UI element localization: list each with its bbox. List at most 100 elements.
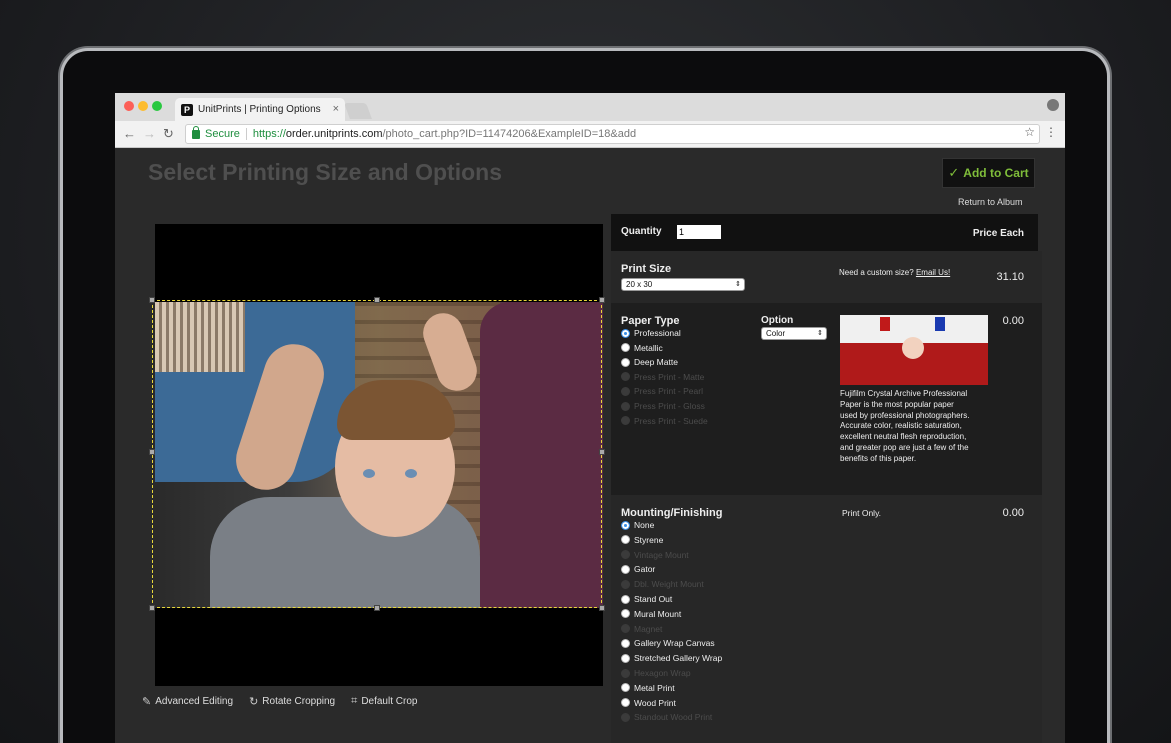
url-path: /photo_cart.php?ID=11474206&ExampleID=18… bbox=[382, 128, 637, 140]
radio-option[interactable]: Metallic bbox=[621, 343, 663, 353]
radio-option: Vintage Mount bbox=[621, 550, 689, 560]
tab-title: UnitPrints | Printing Options bbox=[198, 104, 321, 115]
crop-handle-right[interactable] bbox=[599, 449, 605, 455]
crop-handle-tl[interactable] bbox=[149, 297, 155, 303]
radio-icon[interactable] bbox=[621, 594, 630, 604]
radio-icon[interactable] bbox=[621, 564, 630, 574]
favicon-icon: P bbox=[181, 103, 193, 116]
advanced-editing-button[interactable]: ✎ Advanced Editing bbox=[142, 695, 233, 708]
magic-wand-icon: ✎ bbox=[142, 696, 152, 708]
mounting-note: Print Only. bbox=[842, 508, 882, 518]
browser-tab-active[interactable]: P UnitPrints | Printing Options × bbox=[175, 98, 345, 121]
radio-icon bbox=[621, 579, 630, 589]
profile-icon[interactable] bbox=[1047, 99, 1059, 111]
select-arrows-icon: ⇕ bbox=[817, 330, 823, 337]
paper-option-select[interactable]: Color ⇕ bbox=[761, 327, 827, 340]
option-title: Option bbox=[761, 315, 794, 326]
crop-handle-br[interactable] bbox=[599, 605, 605, 611]
crop-handle-top[interactable] bbox=[374, 297, 380, 303]
paper-option-selected: Color bbox=[766, 329, 786, 338]
radio-icon bbox=[621, 624, 630, 634]
radio-icon bbox=[621, 386, 630, 396]
print-size-price: 31.10 bbox=[996, 271, 1024, 283]
paper-price: 0.00 bbox=[1002, 315, 1024, 327]
browser-menu-icon[interactable]: ⋮ bbox=[1045, 125, 1057, 139]
radio-label: Press Print - Matte bbox=[634, 371, 705, 382]
url-bar[interactable]: Secure https:// order.unitprints.com /ph… bbox=[185, 124, 1040, 144]
back-icon[interactable]: ← bbox=[123, 126, 136, 141]
radio-icon[interactable] bbox=[621, 683, 630, 693]
radio-icon[interactable] bbox=[621, 343, 630, 353]
quantity-input[interactable] bbox=[677, 225, 721, 239]
quantity-label: Quantity bbox=[621, 226, 662, 237]
browser-toolbar: ← → ↻ Secure https:// order.unitprints.c… bbox=[115, 121, 1065, 148]
radio-icon bbox=[621, 372, 630, 382]
add-to-cart-button[interactable]: ✓ Add to Cart bbox=[942, 158, 1035, 188]
radio-selected-icon[interactable] bbox=[621, 520, 630, 530]
sample-decor-2 bbox=[935, 317, 945, 331]
radio-option[interactable]: Stretched Gallery Wrap bbox=[621, 653, 722, 663]
print-size-title: Print Size bbox=[621, 263, 672, 275]
new-tab-button[interactable] bbox=[344, 103, 372, 119]
print-size-selected: 20 x 30 bbox=[626, 280, 653, 289]
print-size-select[interactable]: 20 x 30 ⇕ bbox=[621, 278, 745, 291]
radio-option: Press Print - Gloss bbox=[621, 401, 705, 411]
radio-label: Mural Mount bbox=[634, 608, 682, 619]
radio-option[interactable]: Gator bbox=[621, 564, 655, 574]
radio-option[interactable]: Gallery Wrap Canvas bbox=[621, 638, 715, 648]
radio-label: Vintage Mount bbox=[634, 549, 689, 560]
radio-option[interactable]: None bbox=[621, 520, 654, 530]
crop-handle-bl[interactable] bbox=[149, 605, 155, 611]
radio-option[interactable]: Mural Mount bbox=[621, 609, 681, 619]
custom-size-text: Need a custom size? bbox=[839, 268, 914, 277]
radio-label: Press Print - Pearl bbox=[634, 386, 703, 397]
radio-option: Hexagon Wrap bbox=[621, 668, 691, 678]
window-minimize-button[interactable] bbox=[138, 101, 148, 111]
radio-icon[interactable] bbox=[621, 653, 630, 663]
radio-icon[interactable] bbox=[621, 535, 630, 545]
radio-icon[interactable] bbox=[621, 698, 630, 708]
sample-decor-1 bbox=[880, 317, 890, 331]
tool-label: Advanced Editing bbox=[155, 696, 234, 707]
tool-label: Rotate Cropping bbox=[262, 696, 336, 707]
window-zoom-button[interactable] bbox=[152, 101, 162, 111]
rotate-cropping-button[interactable]: ↻ Rotate Cropping bbox=[249, 695, 335, 708]
paper-description: Fujifilm Crystal Archive Professional Pa… bbox=[840, 389, 970, 463]
radio-option: Press Print - Suede bbox=[621, 416, 708, 426]
tab-close-icon[interactable]: × bbox=[333, 103, 339, 115]
default-crop-button[interactable]: ⌗ Default Crop bbox=[351, 695, 417, 708]
radio-label: Dbl. Weight Mount bbox=[634, 579, 704, 590]
crop-canvas[interactable] bbox=[149, 224, 605, 686]
radio-option[interactable]: Wood Print bbox=[621, 698, 676, 708]
radio-icon bbox=[621, 416, 630, 426]
window-close-button[interactable] bbox=[124, 101, 134, 111]
sample-child bbox=[902, 337, 924, 359]
radio-option[interactable]: Styrene bbox=[621, 535, 663, 545]
crop-selection-box[interactable] bbox=[149, 297, 605, 611]
return-to-album-link[interactable]: Return to Album bbox=[958, 197, 1023, 207]
forward-icon[interactable]: → bbox=[143, 126, 156, 141]
mounting-price: 0.00 bbox=[1002, 507, 1024, 519]
radio-label: Magnet bbox=[634, 623, 663, 634]
radio-option[interactable]: Metal Print bbox=[621, 683, 675, 693]
url-scheme: https:// bbox=[252, 128, 286, 140]
paper-type-row: Paper Type Professional Metallic Deep Matt… bbox=[611, 303, 1042, 495]
bookmark-star-icon[interactable]: ☆ bbox=[1024, 125, 1035, 139]
radio-icon[interactable] bbox=[621, 357, 630, 367]
radio-option[interactable]: Stand Out bbox=[621, 594, 672, 604]
radio-selected-icon[interactable] bbox=[621, 328, 630, 338]
radio-option[interactable]: Professional bbox=[621, 328, 681, 338]
url-host: order.unitprints.com bbox=[285, 128, 383, 140]
crop-handle-bottom[interactable] bbox=[374, 605, 380, 611]
rotate-icon: ↻ bbox=[249, 696, 259, 708]
reload-icon[interactable]: ↻ bbox=[163, 126, 174, 142]
crop-handle-left[interactable] bbox=[149, 449, 155, 455]
crop-handle-tr[interactable] bbox=[599, 297, 605, 303]
radio-label: Metal Print bbox=[634, 682, 675, 693]
radio-icon[interactable] bbox=[621, 638, 630, 648]
radio-icon[interactable] bbox=[621, 609, 630, 619]
radio-option[interactable]: Deep Matte bbox=[621, 357, 678, 367]
mounting-title: Mounting/Finishing bbox=[621, 507, 723, 519]
radio-label: Standout Wood Print bbox=[634, 712, 713, 723]
email-us-link[interactable]: Email Us! bbox=[916, 268, 950, 277]
